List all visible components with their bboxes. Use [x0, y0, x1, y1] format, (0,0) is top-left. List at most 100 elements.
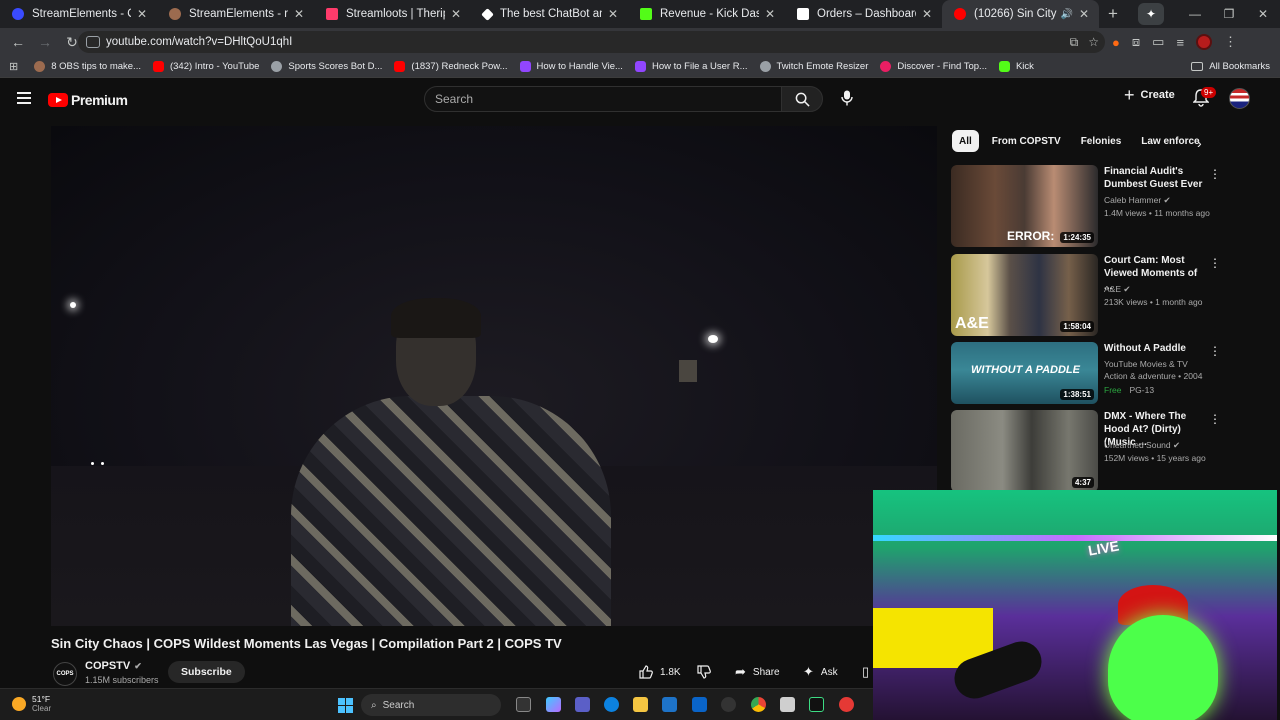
weather-temp: 51°F	[32, 694, 51, 704]
video-thumbnail[interactable]: A&E 1:58:04	[951, 254, 1098, 336]
hamburger-menu-icon[interactable]	[17, 92, 31, 104]
more-actions-icon[interactable]: ⋮	[1209, 256, 1221, 270]
copilot-icon[interactable]	[546, 697, 561, 712]
sidepanel-icon[interactable]: ▭	[1152, 34, 1164, 50]
chrome-icon[interactable]	[751, 697, 766, 712]
extension-icon[interactable]: ●	[1112, 35, 1120, 50]
recommended-video[interactable]: ERROR: 1:24:35 Financial Audit's Dumbest…	[951, 165, 1251, 249]
more-actions-icon[interactable]: ⋮	[1209, 344, 1221, 358]
app-icon[interactable]	[780, 697, 795, 712]
bookmark-item[interactable]: Kick	[998, 61, 1034, 72]
apps-grid-icon[interactable]: ⊞	[9, 60, 18, 73]
subscribe-button[interactable]: Subscribe	[168, 661, 245, 683]
share-button[interactable]: ➦ Share	[735, 661, 780, 683]
task-view-icon[interactable]	[516, 697, 531, 712]
rec-channel[interactable]: YouTube Movies & TV	[1104, 359, 1188, 369]
browser-tab[interactable]: The best ChatBot and Widgets ✕	[471, 0, 628, 28]
taskbar-search[interactable]: ⌕ Search	[361, 694, 501, 716]
reading-list-icon[interactable]: ≡	[1176, 35, 1184, 50]
cast-icon[interactable]: ⧉	[1070, 35, 1079, 50]
browser-tab[interactable]: Streamloots | Theripperedne ✕	[314, 0, 471, 28]
menu-kebab-icon[interactable]: ⋮	[1224, 34, 1237, 50]
more-actions-icon[interactable]: ⋮	[1209, 167, 1221, 181]
search-input[interactable]: Search	[424, 86, 782, 112]
back-icon[interactable]: ←	[6, 34, 30, 50]
rec-channel[interactable]: A&E ✔	[1104, 284, 1131, 295]
sparkle-icon[interactable]: ✦	[1138, 3, 1164, 25]
voice-search-button[interactable]	[834, 85, 860, 111]
video-thumbnail[interactable]: 4:37	[951, 410, 1098, 492]
obs-icon[interactable]	[721, 697, 736, 712]
video-player[interactable]	[51, 126, 937, 626]
profile-avatar[interactable]	[1196, 34, 1213, 50]
bookmark-star-icon[interactable]: ☆	[1088, 35, 1099, 50]
channel-avatar[interactable]: COPS	[53, 662, 77, 686]
search-button[interactable]	[781, 86, 823, 112]
all-bookmarks[interactable]: All Bookmarks	[1191, 61, 1270, 72]
channel-name[interactable]: COPSTV ✔	[85, 660, 142, 672]
file-explorer-icon[interactable]	[633, 697, 648, 712]
browser-tab[interactable]: StreamElements - rippedredne ✕	[157, 0, 314, 28]
close-tab-icon[interactable]: ✕	[449, 7, 463, 21]
chip-felonies[interactable]: Felonies	[1074, 130, 1129, 152]
close-tab-icon[interactable]: ✕	[1077, 7, 1091, 21]
weather-widget[interactable]: 51°F Clear	[12, 694, 51, 714]
app-icon[interactable]	[809, 697, 824, 712]
close-tab-icon[interactable]: ✕	[606, 7, 620, 21]
rec-channel[interactable]: Unearthed Sound ✔	[1104, 440, 1180, 451]
chip-law-enforcement[interactable]: Law enforce	[1134, 130, 1206, 152]
close-tab-icon[interactable]: ✕	[763, 7, 777, 21]
create-button[interactable]: + Create	[1124, 86, 1175, 104]
share-arrow-icon: ➦	[735, 664, 746, 679]
forward-icon[interactable]: →	[33, 34, 57, 50]
chevron-right-icon[interactable]: ›	[1197, 135, 1202, 151]
recommended-video[interactable]: WITHOUT A PADDLE 1:38:51 Without A Paddl…	[951, 342, 1251, 406]
chip-all[interactable]: All	[952, 130, 979, 152]
browser-tab[interactable]: Revenue - Kick Dashboard ✕	[628, 0, 785, 28]
extensions-puzzle-icon[interactable]: ⧈	[1132, 34, 1140, 50]
address-bar[interactable]: youtube.com/watch?v=DHltQoU1qhI ⧉ ☆	[78, 31, 1105, 53]
bookmark-item[interactable]: (342) Intro - YouTube	[152, 61, 259, 72]
site-info-icon[interactable]	[86, 36, 100, 48]
recommended-video[interactable]: A&E 1:58:04 Court Cam: Most Viewed Momen…	[951, 254, 1251, 338]
rec-channel[interactable]: Caleb Hammer ✔	[1104, 195, 1171, 206]
windows-start-icon[interactable]	[338, 698, 353, 713]
bookmark-item[interactable]: How to File a User R...	[634, 61, 748, 72]
account-avatar[interactable]	[1229, 88, 1250, 109]
bookmark-item[interactable]: How to Handle Vie...	[519, 61, 623, 72]
browser-tab-active[interactable]: (10266) Sin City Chaos | CO 🔊 ✕	[942, 0, 1099, 28]
bookmark-item[interactable]: Twitch Emote Resizer	[759, 61, 868, 72]
teams-icon[interactable]	[575, 697, 590, 712]
bookmark-item[interactable]: (1837) Redneck Pow...	[394, 61, 508, 72]
youtube-premium-logo[interactable]: Premium	[48, 92, 128, 108]
bookmark-item[interactable]: 8 OBS tips to make...	[34, 61, 141, 72]
ask-button[interactable]: ✦ Ask	[803, 661, 838, 683]
tab-favicon-icon	[481, 7, 494, 21]
app-icon[interactable]	[839, 697, 854, 712]
outlook-icon[interactable]	[692, 697, 707, 712]
bookmark-item[interactable]: Sports Scores Bot D...	[271, 61, 382, 72]
edge-icon[interactable]	[604, 697, 619, 712]
video-thumbnail[interactable]: WITHOUT A PADDLE 1:38:51	[951, 342, 1098, 404]
rec-title[interactable]: Financial Audit's Dumbest Guest Ever	[1104, 165, 1204, 191]
dislike-button[interactable]	[697, 661, 711, 683]
chip-from-channel[interactable]: From COPSTV	[985, 130, 1068, 152]
close-tab-icon[interactable]: ✕	[135, 7, 149, 21]
restore-icon[interactable]: ❐	[1212, 7, 1246, 21]
close-tab-icon[interactable]: ✕	[920, 7, 934, 21]
like-button[interactable]: 1.8K	[639, 661, 681, 683]
rec-title[interactable]: Without A Paddle	[1104, 342, 1204, 355]
close-window-icon[interactable]: ✕	[1246, 7, 1280, 21]
more-actions-icon[interactable]: ⋮	[1209, 412, 1221, 426]
close-tab-icon[interactable]: ✕	[292, 7, 306, 21]
recommended-video[interactable]: 4:37 DMX - Where The Hood At? (Dirty) (M…	[951, 410, 1251, 494]
new-tab-icon[interactable]: +	[1099, 4, 1127, 24]
browser-tab[interactable]: Orders – Dashboard ✕	[785, 0, 942, 28]
minimize-icon[interactable]: —	[1178, 7, 1212, 21]
bookmark-item[interactable]: Discover - Find Top...	[880, 61, 987, 72]
browser-tab[interactable]: StreamElements - Overlays ✕	[0, 0, 157, 28]
store-icon[interactable]	[662, 697, 677, 712]
speaker-icon[interactable]: 🔊	[1061, 9, 1073, 20]
video-thumbnail[interactable]: ERROR: 1:24:35	[951, 165, 1098, 247]
bookmarks-bar: ⊞ 8 OBS tips to make... (342) Intro - Yo…	[0, 56, 1280, 78]
